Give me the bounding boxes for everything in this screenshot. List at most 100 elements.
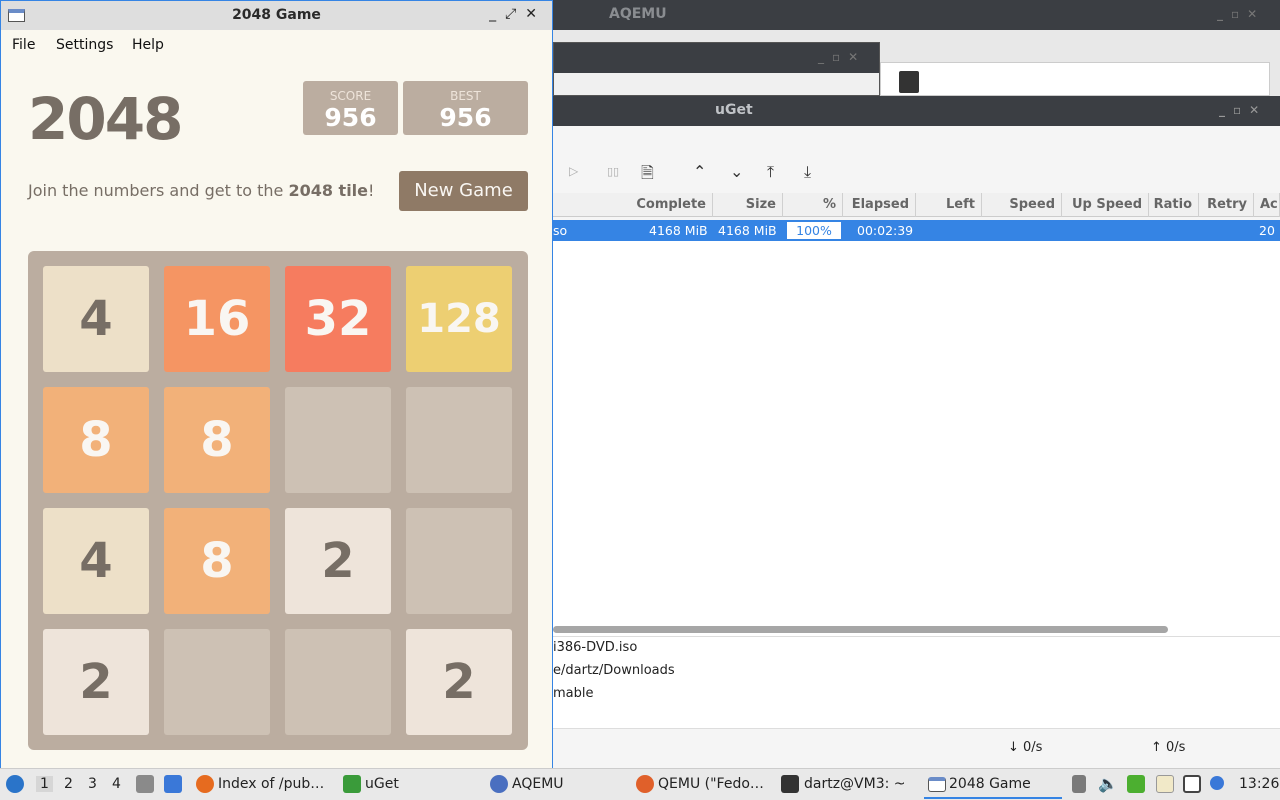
info-folder: e/dartz/Downloads xyxy=(553,663,675,678)
game-logo: 2048 xyxy=(28,85,183,153)
aqemu-window-controls[interactable]: _▫✕ xyxy=(1217,7,1265,21)
score-box: SCORE 956 xyxy=(303,81,398,135)
tile-8: 8 xyxy=(164,508,270,614)
column-retry[interactable]: Retry xyxy=(1199,193,1254,217)
workspace-4[interactable]: 4 xyxy=(112,776,121,792)
tile-2: 2 xyxy=(285,508,391,614)
task-qemu[interactable]: QEMU ("Fedo… xyxy=(658,776,764,792)
aqemu-panel xyxy=(880,62,1270,96)
tile-128: 128 xyxy=(406,266,512,372)
download-row[interactable]: so 4168 MiB 4168 MiB 100% 00:02:39 20 xyxy=(553,220,1280,241)
score-label: SCORE xyxy=(329,89,372,103)
move-down-icon[interactable]: ⌄ xyxy=(730,162,743,181)
column-percent[interactable]: % xyxy=(783,193,843,217)
empty-cell xyxy=(164,629,270,735)
file-manager-icon[interactable] xyxy=(136,775,154,793)
uget-window-controls[interactable]: _▫✕ xyxy=(1219,103,1267,117)
firefox-icon xyxy=(196,775,214,793)
download-name: so xyxy=(553,223,568,238)
intro-prefix: Join the numbers and get to the xyxy=(28,181,289,200)
task-firefox[interactable]: Index of /pub… xyxy=(218,776,324,792)
clipboard-icon[interactable] xyxy=(1156,775,1174,793)
download-list-header: Complete Size % Elapsed Left Speed Up Sp… xyxy=(553,193,1280,217)
task-uget[interactable]: uGet xyxy=(365,776,399,792)
download-added: 20 xyxy=(1259,223,1275,238)
tile-4: 4 xyxy=(43,266,149,372)
active-task-indicator xyxy=(924,797,1062,799)
download-percent: 100% xyxy=(786,221,842,240)
empty-cell xyxy=(406,508,512,614)
column-left[interactable]: Left xyxy=(916,193,982,217)
best-label: BEST xyxy=(450,89,481,103)
storage-icon[interactable] xyxy=(1072,775,1086,793)
game-board[interactable]: 4 16 32 128 8 8 4 8 2 2 2 xyxy=(28,251,528,750)
properties-icon[interactable]: 🗎 xyxy=(641,162,654,189)
intro-text: Join the numbers and get to the 2048 til… xyxy=(28,181,374,200)
menubar: File Settings Help xyxy=(1,31,552,61)
upload-speed: ↑ 0/s xyxy=(1151,740,1186,755)
start-menu-icon[interactable] xyxy=(6,775,24,793)
background-dialog-controls[interactable]: _▫✕ xyxy=(818,50,866,64)
aqemu-icon xyxy=(490,775,508,793)
uget-titlebar[interactable]: uGet _▫✕ xyxy=(553,96,1280,126)
horizontal-scrollbar[interactable] xyxy=(553,626,1168,633)
workspace-3[interactable]: 3 xyxy=(88,776,97,792)
network-icon[interactable] xyxy=(1183,775,1201,793)
uget-statusbar: ↓ 0/s ↑ 0/s xyxy=(553,728,1280,768)
menu-file[interactable]: File xyxy=(12,37,35,53)
column-elapsed[interactable]: Elapsed xyxy=(843,193,916,217)
score-value: 956 xyxy=(324,103,377,132)
uget-icon xyxy=(343,775,361,793)
volume-icon[interactable]: 🔈 xyxy=(1098,774,1118,793)
desktop-icon[interactable] xyxy=(164,775,182,793)
task-2048[interactable]: 2048 Game xyxy=(949,776,1031,792)
workspace-1[interactable]: 1 xyxy=(36,776,53,792)
resume-icon[interactable]: ▷ xyxy=(569,164,578,178)
workspace-2[interactable]: 2 xyxy=(64,776,73,792)
column-size[interactable]: Size xyxy=(713,193,783,217)
move-top-icon[interactable]: ⤒ xyxy=(767,162,774,182)
column-complete[interactable]: Complete xyxy=(629,193,713,217)
tile-8: 8 xyxy=(43,387,149,493)
clock: 13:26 xyxy=(1239,776,1280,792)
task-aqemu[interactable]: AQEMU xyxy=(512,776,564,792)
tile-8: 8 xyxy=(164,387,270,493)
menu-settings[interactable]: Settings xyxy=(56,37,113,53)
empty-cell xyxy=(406,387,512,493)
chip-icon xyxy=(899,71,919,93)
download-speed: ↓ 0/s xyxy=(1008,740,1043,755)
move-bottom-icon[interactable]: ⤓ xyxy=(804,162,811,182)
info-status: mable xyxy=(553,686,594,701)
game-titlebar[interactable]: 2048 Game _⤢✕ xyxy=(1,1,552,30)
game-window-title: 2048 Game xyxy=(232,7,321,23)
column-up-speed[interactable]: Up Speed xyxy=(1062,193,1149,217)
uget-window: uGet _▫✕ ▷ ▯▯ 🗎 ⌃ ⌄ ⤒ ⤓ Complete Size % … xyxy=(553,96,1280,768)
best-value: 956 xyxy=(439,103,492,132)
game-window-controls[interactable]: _⤢✕ xyxy=(489,6,546,22)
new-game-button[interactable]: New Game xyxy=(399,171,528,211)
best-box: BEST 956 xyxy=(403,81,528,135)
game-task-icon xyxy=(928,777,946,792)
intro-suffix: ! xyxy=(368,181,375,200)
uget-title: uGet xyxy=(715,102,753,118)
background-dialog: _▫✕ xyxy=(553,42,880,96)
download-size: 4168 MiB xyxy=(718,223,777,238)
tile-2: 2 xyxy=(406,629,512,735)
download-complete: 4168 MiB xyxy=(649,223,708,238)
pause-icon[interactable]: ▯▯ xyxy=(607,165,619,178)
tile-2: 2 xyxy=(43,629,149,735)
tile-4: 4 xyxy=(43,508,149,614)
uget-tray-icon[interactable] xyxy=(1127,775,1145,793)
download-info-panel: i386-DVD.iso e/dartz/Downloads mable xyxy=(553,636,1280,728)
menu-help[interactable]: Help xyxy=(132,37,164,53)
background-dialog-titlebar[interactable]: _▫✕ xyxy=(554,43,879,73)
uget-toolbar: ▷ ▯▯ 🗎 ⌃ ⌄ ⤒ ⤓ xyxy=(553,154,1280,190)
column-speed[interactable]: Speed xyxy=(982,193,1062,217)
task-terminal[interactable]: dartz@VM3: ~ xyxy=(804,776,906,792)
aqemu-titlebar[interactable]: AQEMU _▫✕ xyxy=(553,0,1280,30)
notification-icon[interactable] xyxy=(1210,776,1224,790)
column-ratio[interactable]: Ratio xyxy=(1149,193,1199,217)
column-added[interactable]: Ac xyxy=(1254,193,1280,217)
game-window: 2048 Game _⤢✕ File Settings Help 2048 SC… xyxy=(0,0,553,769)
move-up-icon[interactable]: ⌃ xyxy=(693,162,706,181)
